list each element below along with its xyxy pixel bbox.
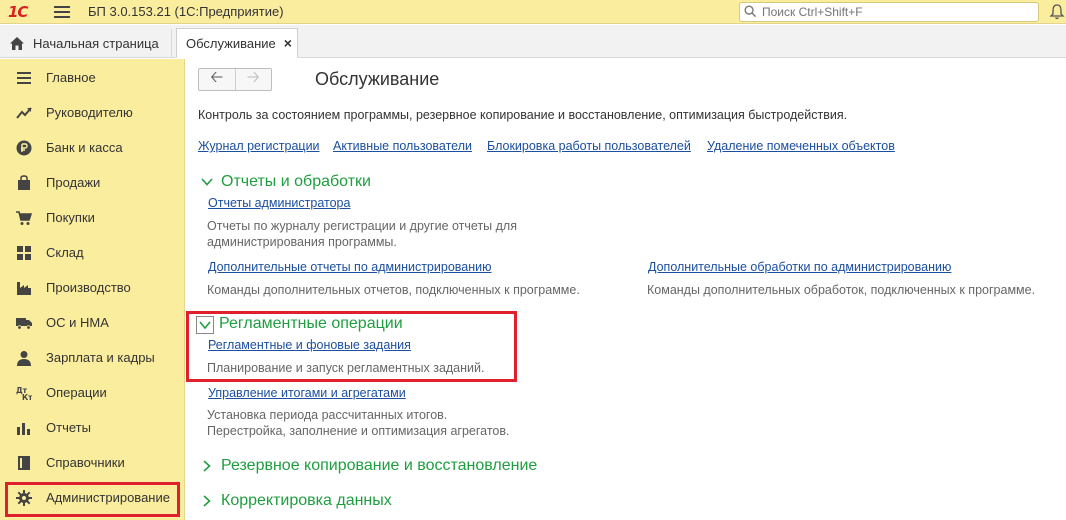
sidebar-item-label: Банк и касса	[46, 140, 123, 155]
admin-reports-note-line2: администрирования программы.	[207, 235, 397, 249]
book-icon	[18, 456, 30, 470]
chevron-right-icon	[203, 460, 211, 472]
close-icon[interactable]: ×	[284, 35, 292, 51]
sidebar-item-label: Главное	[46, 70, 96, 85]
link-extra-processing[interactable]: Дополнительные обработки по администриро…	[648, 260, 951, 274]
truck-icon	[16, 318, 32, 330]
debit-credit-icon: ДтКт	[16, 386, 32, 401]
tabs-bar: Начальная страница Обслуживание ×	[0, 25, 1066, 58]
section-title: Отчеты и обработки	[221, 173, 371, 190]
sidebar-item-sklad[interactable]: Склад	[0, 235, 184, 270]
sidebar-item-operatsii[interactable]: Дт Кт Операции	[0, 375, 184, 410]
sidebar: Главное Руководителю Банк и касса Продаж…	[0, 59, 185, 520]
svg-text:Кт: Кт	[22, 393, 32, 401]
section-title: Резервное копирование и восстановление	[221, 457, 538, 474]
admin-reports-note-line1: Отчеты по журналу регистрации и другие о…	[207, 219, 517, 233]
link-delete-marked[interactable]: Удаление помеченных объектов	[707, 139, 895, 153]
section-title: Корректировка данных	[221, 492, 392, 509]
sidebar-item-pokupki[interactable]: Покупки	[0, 200, 184, 235]
highlight-frame-administrirovanie	[5, 482, 180, 517]
shopping-cart-icon	[16, 211, 32, 225]
link-scheduled-jobs[interactable]: Регламентные и фоновые задания	[208, 338, 411, 352]
section-backup-header[interactable]: Резервное копирование и восстановление	[200, 457, 537, 475]
search-icon	[744, 5, 757, 18]
tab-home[interactable]: Начальная страница	[0, 29, 172, 57]
sidebar-item-label: Производство	[46, 280, 131, 295]
sidebar-item-label: Зарплата и кадры	[46, 350, 155, 365]
totals-note-line1: Установка периода рассчитанных итогов.	[207, 408, 448, 422]
search-box[interactable]	[739, 2, 1039, 22]
hamburger-menu-icon[interactable]	[54, 4, 70, 18]
sidebar-item-bank-i-kassa[interactable]: Банк и касса	[0, 130, 184, 165]
link-block-users[interactable]: Блокировка работы пользователей	[487, 139, 691, 153]
ruble-coin-icon	[16, 140, 32, 156]
menu-lines-icon	[17, 72, 31, 84]
scheduled-jobs-note: Планирование и запуск регламентных задан…	[207, 361, 485, 375]
forward-arrow-icon[interactable]: 🡢	[236, 69, 272, 90]
bar-chart-icon	[17, 423, 30, 435]
sidebar-item-label: ОС и НМА	[46, 315, 109, 330]
sidebar-item-rukovoditelyu[interactable]: Руководителю	[0, 95, 184, 130]
section-title: Регламентные операции	[219, 315, 403, 332]
factory-icon	[17, 282, 31, 295]
link-admin-reports[interactable]: Отчеты администратора	[208, 196, 350, 210]
link-event-log[interactable]: Журнал регистрации	[198, 139, 320, 153]
page-title: Обслуживание	[315, 69, 440, 89]
sidebar-item-otchety[interactable]: Отчеты	[0, 410, 184, 445]
sidebar-item-glavnoe[interactable]: Главное	[0, 60, 184, 95]
history-nav: 🡠 🡢	[198, 68, 272, 91]
tab-home-label: Начальная страница	[33, 35, 159, 51]
extra-reports-note: Команды дополнительных отчетов, подключе…	[207, 283, 580, 297]
sidebar-item-prodazhi[interactable]: Продажи	[0, 165, 184, 200]
link-active-users[interactable]: Активные пользователи	[333, 139, 472, 153]
trend-chart-icon	[16, 107, 32, 119]
app-title: БП 3.0.153.21 (1С:Предприятие)	[88, 4, 284, 19]
sidebar-item-label: Операции	[46, 385, 107, 400]
page-description: Контроль за состоянием программы, резерв…	[198, 108, 848, 122]
totals-note-line2: Перестройка, заполнение и оптимизация аг…	[207, 424, 510, 438]
title-bar: 1С БП 3.0.153.21 (1С:Предприятие)	[0, 0, 1066, 24]
warehouse-icon	[17, 246, 31, 260]
chevron-down-icon	[201, 178, 213, 186]
bell-icon[interactable]	[1048, 3, 1066, 21]
sidebar-item-label: Склад	[46, 245, 84, 260]
chevron-down-icon	[199, 321, 211, 330]
sidebar-item-label: Продажи	[46, 175, 101, 190]
link-extra-reports[interactable]: Дополнительные отчеты по администрирован…	[208, 260, 491, 274]
sidebar-item-label: Руководителю	[46, 105, 133, 120]
sidebar-item-label: Покупки	[46, 210, 95, 225]
sidebar-item-proizvodstvo[interactable]: Производство	[0, 270, 184, 305]
sidebar-item-zarplata-i-kadry[interactable]: Зарплата и кадры	[0, 340, 184, 375]
section-correction-header[interactable]: Корректировка данных	[200, 492, 392, 510]
section-reports-header[interactable]: Отчеты и обработки	[200, 173, 371, 191]
sidebar-item-spravochniki[interactable]: Справочники	[0, 445, 184, 480]
person-icon	[17, 351, 31, 366]
back-arrow-icon[interactable]: 🡠	[199, 69, 236, 90]
extra-processing-note: Команды дополнительных обработок, подклю…	[647, 283, 1036, 297]
sidebar-item-os-i-nma[interactable]: ОС и НМА	[0, 305, 184, 340]
home-icon	[10, 36, 24, 50]
tab-obsluzhivanie[interactable]: Обслуживание ×	[176, 28, 298, 58]
link-totals-aggregates[interactable]: Управление итогами и агрегатами	[208, 386, 406, 400]
shopping-bag-icon	[18, 175, 30, 190]
1c-logo: 1С	[8, 3, 28, 21]
sidebar-item-label: Справочники	[46, 455, 125, 470]
tab-active-label: Обслуживание	[186, 35, 276, 51]
chevron-right-icon	[203, 495, 211, 507]
section-routine-header[interactable]: Регламентные операции	[219, 315, 403, 333]
section-toggle-box[interactable]	[196, 316, 214, 334]
sidebar-item-label: Отчеты	[46, 420, 91, 435]
search-input[interactable]	[762, 4, 1032, 20]
